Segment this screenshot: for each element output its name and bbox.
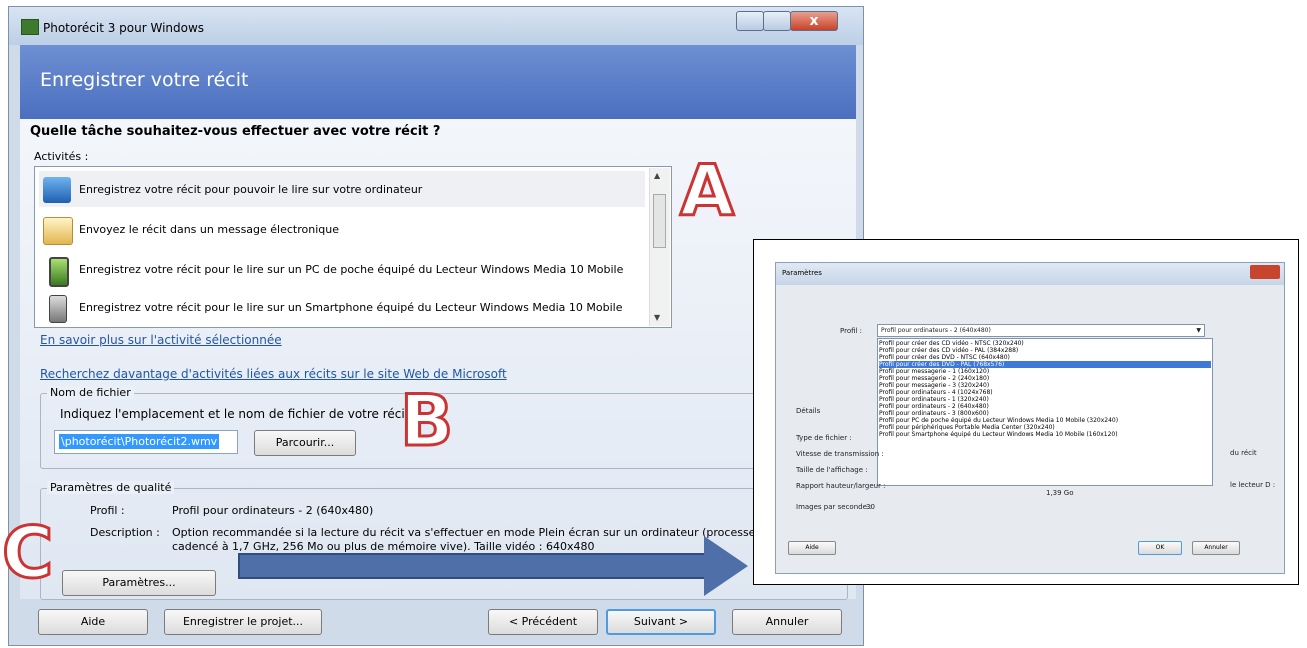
next-button[interactable]: Suivant > xyxy=(606,609,716,635)
list-item[interactable]: Enregistrez votre récit pour le lire sur… xyxy=(39,289,645,325)
page-banner: Enregistrer votre récit xyxy=(20,45,856,119)
profile-option[interactable]: Profil pour ordinateurs - 3 (800x600) xyxy=(879,410,1211,417)
maximize-button[interactable] xyxy=(763,11,791,31)
list-item[interactable]: Enregistrez votre récit pour pouvoir le … xyxy=(39,171,645,207)
settings-ok-button[interactable]: OK xyxy=(1138,541,1182,555)
profile-label: Profil : xyxy=(90,504,125,517)
annotation-letter-c: C xyxy=(0,511,54,596)
scroll-down-icon[interactable]: ▼ xyxy=(654,313,660,322)
activity-label: Enregistrez votre récit pour pouvoir le … xyxy=(79,183,423,196)
settings-dialog-title-bar: Paramètres xyxy=(776,263,1284,285)
more-activities-link[interactable]: Recherchez davantage d'activités liées a… xyxy=(40,367,507,381)
activities-list[interactable]: Enregistrez votre récit pour pouvoir le … xyxy=(34,166,672,328)
file-instruction: Indiquez l'emplacement et le nom de fich… xyxy=(60,407,418,421)
fps-value: 30 xyxy=(866,503,875,511)
profile-option-selected[interactable]: Profil pour créer des DVD - PAL (768x576… xyxy=(879,361,1211,368)
envelope-icon xyxy=(43,217,73,245)
profile-options-list[interactable]: Profil pour créer des CD vidéo - NTSC (3… xyxy=(877,338,1213,486)
file-type-label: Type de fichier : xyxy=(796,434,852,442)
activity-label: Enregistrez votre récit pour le lire sur… xyxy=(79,263,624,276)
settings-dialog-title: Paramètres xyxy=(782,269,822,277)
file-path-field[interactable]: \photorécit\Photorécit2.wmv xyxy=(54,430,238,454)
profile-option[interactable]: Profil pour ordinateurs - 1 (320x240) xyxy=(879,396,1211,403)
close-button[interactable]: x xyxy=(790,11,838,31)
activity-label: Enregistrez votre récit pour le lire sur… xyxy=(79,301,623,314)
save-project-button[interactable]: Enregistrer le projet... xyxy=(164,609,322,635)
annotation-letter-a: A xyxy=(678,149,735,234)
aspect-ratio-label: Rapport hauteur/largeur : xyxy=(796,482,886,490)
scroll-up-icon[interactable]: ▲ xyxy=(654,171,660,180)
annotation-arrow-head xyxy=(704,536,748,596)
list-item[interactable]: Enregistrez votre récit pour le lire sur… xyxy=(39,251,645,287)
computer-icon xyxy=(43,177,71,203)
description-label: Description : xyxy=(90,526,160,539)
title-bar: Photorécit 3 pour Windows x xyxy=(9,7,863,45)
cancel-button[interactable]: Annuler xyxy=(732,609,842,635)
settings-dialog: Paramètres Profil : Profil pour ordinate… xyxy=(775,262,1285,574)
settings-dialog-inset: Paramètres Profil : Profil pour ordinate… xyxy=(753,239,1299,585)
smartphone-icon xyxy=(49,295,67,323)
activities-label: Activités : xyxy=(34,150,89,163)
settings-button[interactable]: Paramètres... xyxy=(62,570,216,596)
settings-dialog-close-icon[interactable] xyxy=(1250,265,1280,279)
right-note-1: du récit xyxy=(1230,449,1257,457)
profile-dropdown-value: Profil pour ordinateurs - 2 (640x480) xyxy=(881,327,991,334)
profile-option[interactable]: Profil pour créer des CD vidéo - PAL (38… xyxy=(879,347,1211,354)
task-question: Quelle tâche souhaitez-vous effectuer av… xyxy=(30,124,441,139)
display-size-label: Taille de l'affichage : xyxy=(796,466,868,474)
profile-option[interactable]: Profil pour ordinateurs - 4 (1024x768) xyxy=(879,389,1211,396)
estimated-size-value: 1,39 Go xyxy=(1046,489,1074,497)
minimize-button[interactable] xyxy=(736,11,764,31)
profile-dropdown[interactable]: Profil pour ordinateurs - 2 (640x480) ▼ xyxy=(877,324,1205,337)
profile-option[interactable]: Profil pour messagerie - 2 (240x180) xyxy=(879,375,1211,382)
list-item[interactable]: Envoyez le récit dans un message électro… xyxy=(39,211,645,247)
settings-help-button[interactable]: Aide xyxy=(788,541,836,555)
page-title: Enregistrer votre récit xyxy=(40,69,249,91)
file-path-value: \photorécit\Photorécit2.wmv xyxy=(59,434,220,449)
fps-label: Images par seconde : xyxy=(796,503,872,511)
profile-option[interactable]: Profil pour messagerie - 3 (320x240) xyxy=(879,382,1211,389)
activity-label: Envoyez le récit dans un message électro… xyxy=(79,223,339,236)
profile-option[interactable]: Profil pour PC de poche équipé du Lecteu… xyxy=(879,417,1211,424)
transmission-rate-label: Vitesse de transmission : xyxy=(796,450,884,458)
profile-option[interactable]: Profil pour Smartphone équipé du Lecteur… xyxy=(879,431,1211,438)
annotation-arrow-shaft xyxy=(238,553,708,579)
pocket-pc-icon xyxy=(49,257,69,287)
details-label: Détails xyxy=(796,407,821,415)
scrollbar-thumb[interactable] xyxy=(653,194,666,248)
settings-cancel-button[interactable]: Annuler xyxy=(1192,541,1240,555)
description-line-2: cadencé à 1,7 GHz, 256 Mo ou plus de mém… xyxy=(172,540,595,553)
profile-option[interactable]: Profil pour créer des DVD - NTSC (640x48… xyxy=(879,354,1211,361)
description-line-1: Option recommandée si la lecture du réci… xyxy=(172,526,756,539)
profile-option[interactable]: Profil pour périphériques Portable Media… xyxy=(879,424,1211,431)
profile-option[interactable]: Profil pour ordinateurs - 2 (640x480) xyxy=(879,403,1211,410)
profile-option[interactable]: Profil pour créer des CD vidéo - NTSC (3… xyxy=(879,340,1211,347)
quality-group-label: Paramètres de qualité xyxy=(47,481,175,494)
settings-profile-label: Profil : xyxy=(840,327,863,335)
dropdown-arrow-icon[interactable]: ▼ xyxy=(1196,327,1201,334)
learn-more-link[interactable]: En savoir plus sur l'activité sélectionn… xyxy=(40,333,282,347)
right-note-2: le lecteur D : xyxy=(1230,481,1276,489)
help-button[interactable]: Aide xyxy=(38,609,148,635)
profile-option[interactable]: Profil pour messagerie - 1 (160x120) xyxy=(879,368,1211,375)
window-title: Photorécit 3 pour Windows xyxy=(43,21,205,35)
browse-button[interactable]: Parcourir... xyxy=(254,430,356,456)
annotation-letter-b: B xyxy=(398,379,454,464)
previous-button[interactable]: < Précédent xyxy=(488,609,598,635)
photostory-app-icon xyxy=(21,19,39,35)
profile-value: Profil pour ordinateurs - 2 (640x480) xyxy=(172,504,374,517)
activities-scrollbar[interactable]: ▲ ▼ xyxy=(649,168,670,326)
file-group-label: Nom de fichier xyxy=(47,386,134,399)
